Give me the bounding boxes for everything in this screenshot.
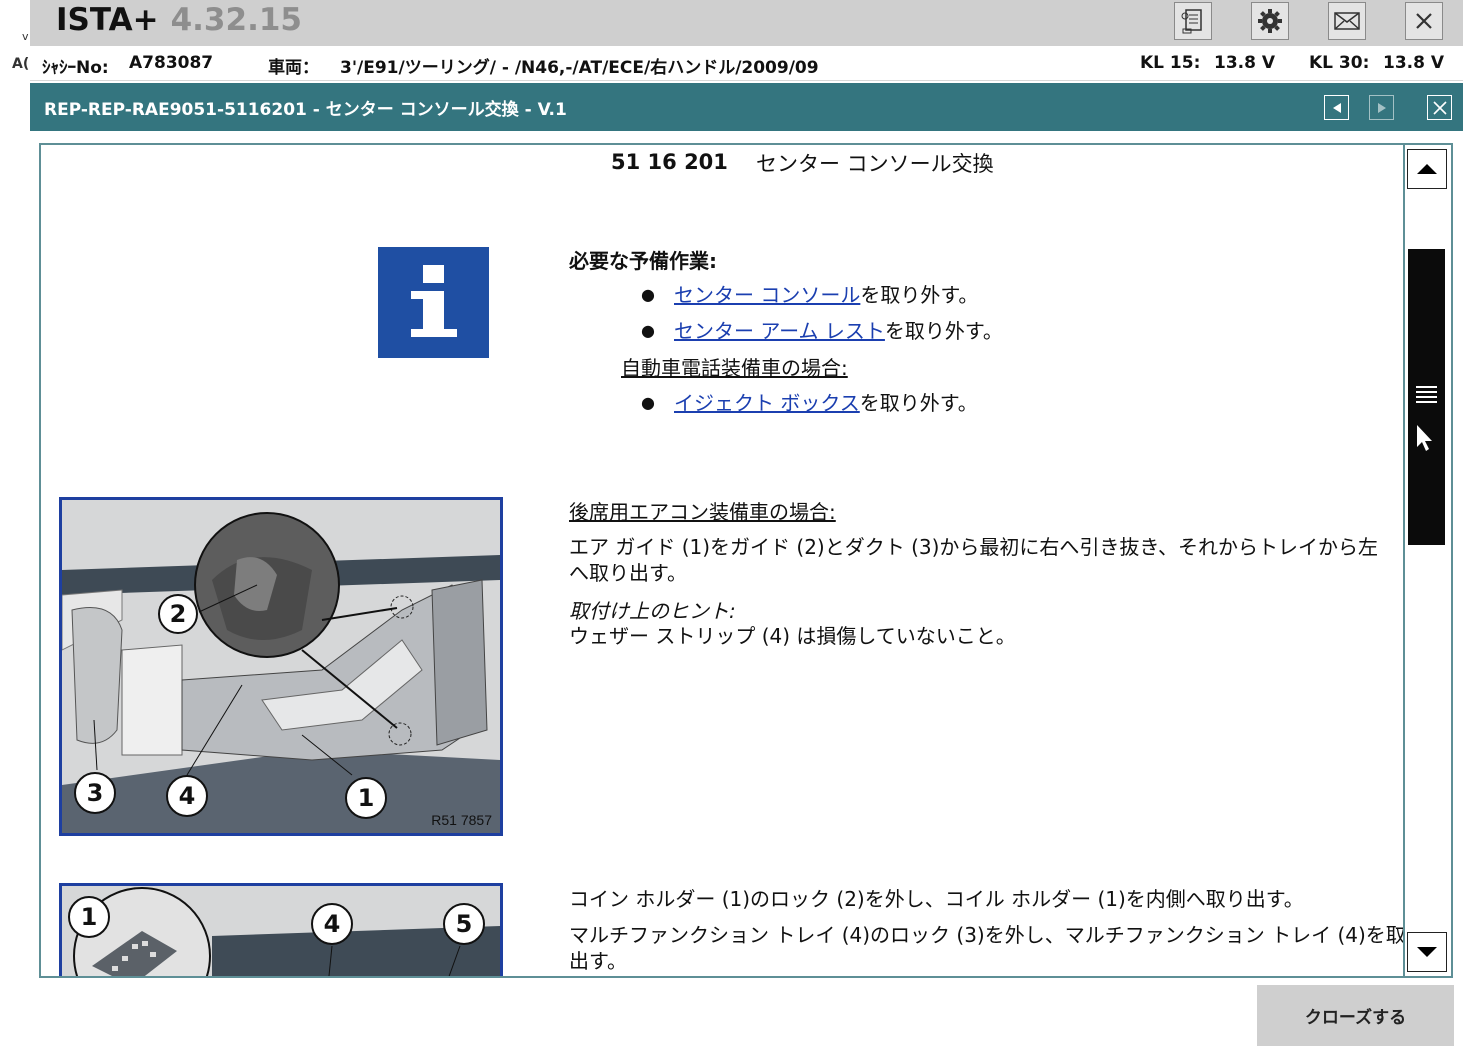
triangle-right-icon [1377,102,1386,113]
hint-text: ウェザー ストリップ (4) は損傷していないこと。 [569,624,1016,648]
document-title: REP-REP-RAE9051-5116201 - センター コンソール交換 -… [44,100,567,120]
callout-4: 4 [166,775,208,817]
gear-icon[interactable] [1251,2,1289,40]
chassis-label: ｼｬｼｰNo: [42,58,109,78]
list-item-text: を取り外す。 [859,391,978,415]
callout-3: 3 [74,772,116,814]
document-number: 51 16 201 [611,150,728,174]
app-name: ISTA+ [56,2,159,38]
bullet: ● [641,321,655,340]
next-button[interactable] [1369,95,1394,120]
info-icon [378,247,489,358]
list-item: センター アーム レストを取り外す。 [674,315,1003,344]
list-item: イジェクト ボックスを取り外す。 [674,387,978,416]
mail-icon[interactable] [1328,2,1366,40]
condition-rear-ac: 後席用エアコン装備車の場合: [569,500,836,524]
bullet: ● [641,393,655,412]
link-eject-box[interactable]: イジェクト ボックス [674,391,860,415]
close-button[interactable]: クローズする [1257,985,1454,1046]
link-center-console[interactable]: センター コンソール [674,283,860,307]
chassis-value: A783087 [129,53,214,73]
app-header: ISTA+ 4.32.15 [30,0,1463,46]
edge-glyph: A( [12,56,30,72]
step1-text-cont: へ取り出す。 [569,561,687,585]
list-item-text: を取り外す。 [884,319,1003,343]
step1-text: エア ガイド (1)をガイド (2)とダクト (3)から最初に右へ引き抜き、それ… [569,535,1379,559]
document-content: 51 16 201 センター コンソール交換 必要な予備作業: ● センター コ… [39,143,1453,978]
edge-glyph: v [22,30,29,43]
figure-step1: 2 3 4 1 R51 7857 [59,497,503,836]
condition-phone: 自動車電話装備車の場合: [621,356,848,380]
kl30-label: KL 30: [1309,53,1370,73]
arrow-up-icon [1417,164,1437,174]
vehicle-info-bar: ｼｬｼｰNo: A783087 車両： 3'/E91/ツーリング/ - /N46… [30,46,1463,81]
kl15-label: KL 15: [1140,53,1201,73]
document-heading: センター コンソール交換 [756,152,994,176]
callout-1: 1 [345,777,387,819]
vehicle-value: 3'/E91/ツーリング/ - /N46,-/AT/ECE/右ハンドル/2009… [340,58,819,78]
callout-5: 5 [443,903,485,945]
kl15-value: 13.8 V [1214,53,1276,73]
scroll-up-button[interactable] [1407,149,1447,189]
grip-icon [1416,386,1437,451]
document-icon[interactable] [1174,2,1212,40]
close-icon [1432,100,1447,115]
document-title-bar: REP-REP-RAE9051-5116201 - センター コンソール交換 -… [30,83,1463,131]
callout-4: 4 [311,903,353,945]
previous-button[interactable] [1324,95,1349,120]
window-edge: v A( [0,0,30,140]
app-title: ISTA+ 4.32.15 [56,0,302,40]
close-icon[interactable] [1405,2,1443,40]
illustration-coin-holder [62,886,500,976]
step2-text: コイン ホルダー (1)のロック (2)を外し、コイル ホルダー (1)を内側へ… [569,887,1304,911]
callout-1: 1 [68,896,110,938]
step2-text-2: マルチファンクション トレイ (4)のロック (3)を外し、マルチファンクション… [569,923,1426,947]
scroll-down-button[interactable] [1407,932,1447,972]
callout-2: 2 [158,594,198,634]
vertical-scrollbar[interactable] [1403,145,1451,976]
step2-text-3: 出す。 [569,949,627,973]
vehicle-label: 車両： [268,58,319,78]
bullet: ● [641,285,655,304]
illustration-center-console [62,500,500,833]
prerequisites-title: 必要な予備作業: [569,249,717,273]
figure-label: R51 7857 [431,812,492,828]
kl30-value: 13.8 V [1383,53,1445,73]
link-center-armrest[interactable]: センター アーム レスト [674,319,885,343]
close-document-button[interactable] [1427,95,1452,120]
figure-step2: 1 4 5 [59,883,503,976]
arrow-down-icon [1417,947,1437,957]
list-item-text: を取り外す。 [860,283,979,307]
scroll-thumb[interactable] [1408,249,1445,545]
triangle-left-icon [1332,102,1341,113]
list-item: センター コンソールを取り外す。 [674,279,978,308]
cursor-icon [1417,425,1432,451]
app-version: 4.32.15 [170,2,302,38]
